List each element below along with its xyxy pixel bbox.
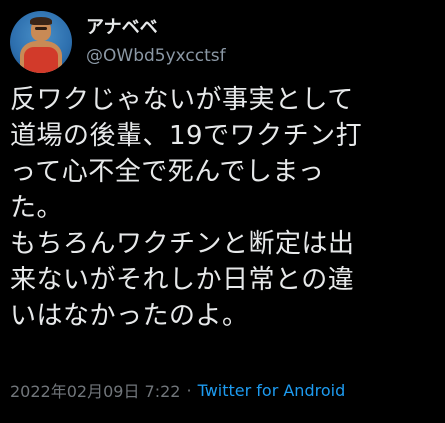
tweet-text-line: いはなかったのよ。 — [10, 301, 249, 331]
avatar-figure-shirt — [24, 47, 58, 73]
tweet-text-line: た。 — [10, 193, 64, 223]
tweet-text-line: 来ないがそれしか日常との違 — [10, 265, 355, 295]
tweet-text: 反ワクじゃないが事実として 道場の後輩、19でワクチン打 って心不全で死んでしま… — [10, 82, 440, 334]
tweet-text-line: 道場の後輩、19でワクチン打 — [10, 121, 363, 151]
tweet-meta: 2022年02月09日 7:22 · Twitter for Android — [10, 378, 345, 402]
tweet-text-line: もちろんワクチンと断定は出 — [10, 229, 355, 259]
meta-separator: · — [186, 380, 192, 400]
avatar-figure-hair — [30, 17, 52, 25]
tweet-header: アナベベ @OWbd5yxcctsf — [10, 10, 226, 74]
tweet-source-link[interactable]: Twitter for Android — [198, 381, 346, 400]
author-names: アナベベ @OWbd5yxcctsf — [86, 16, 226, 68]
author-display-name[interactable]: アナベベ — [86, 16, 226, 40]
author-handle[interactable]: @OWbd5yxcctsf — [86, 44, 226, 68]
tweet-card: アナベベ @OWbd5yxcctsf 反ワクじゃないが事実として 道場の後輩、1… — [0, 0, 445, 423]
tweet-timestamp[interactable]: 2022年02月09日 7:22 — [10, 378, 180, 402]
avatar-figure-eyes — [35, 27, 47, 30]
avatar[interactable] — [10, 11, 72, 73]
tweet-text-line: 反ワクじゃないが事実として — [10, 85, 354, 115]
tweet-text-line: って心不全で死んでしまっ — [10, 157, 325, 187]
